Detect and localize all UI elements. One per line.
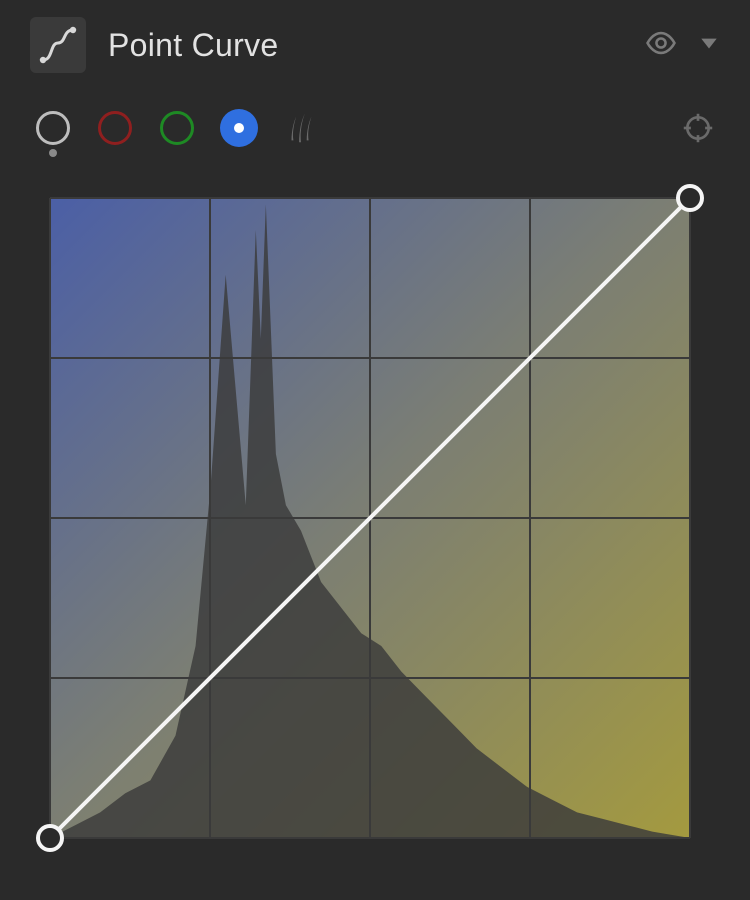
circle-icon: [36, 111, 70, 145]
point-curve-panel: Point Curve: [0, 0, 750, 900]
eye-icon: [644, 26, 678, 60]
curve-point-highlight[interactable]: [678, 186, 702, 210]
wave-icon: [282, 108, 320, 148]
panel-title: Point Curve: [108, 27, 622, 64]
target-icon: [682, 110, 714, 146]
curve-editor[interactable]: [30, 178, 710, 858]
parametric-curve-button[interactable]: [282, 109, 320, 147]
channel-red-button[interactable]: [96, 109, 134, 147]
curve-mode-button[interactable]: [30, 17, 86, 73]
circle-icon: [160, 111, 194, 145]
curve-graph: [30, 178, 710, 858]
panel-header: Point Curve: [30, 10, 720, 80]
header-controls: [644, 26, 720, 65]
targeted-adjustment-button[interactable]: [682, 109, 720, 147]
channel-green-button[interactable]: [158, 109, 196, 147]
visibility-toggle[interactable]: [644, 26, 678, 65]
panel-menu-button[interactable]: [698, 32, 720, 59]
luma-pin-icon: [49, 149, 57, 157]
curve-point-shadow[interactable]: [38, 826, 62, 850]
triangle-down-icon: [698, 32, 720, 54]
channel-blue-button[interactable]: [220, 109, 258, 147]
circle-icon: [98, 111, 132, 145]
channel-selector-row: [30, 98, 720, 158]
channel-luma-button[interactable]: [34, 109, 72, 147]
s-curve-icon: [38, 25, 78, 65]
selected-dot-icon: [234, 123, 244, 133]
